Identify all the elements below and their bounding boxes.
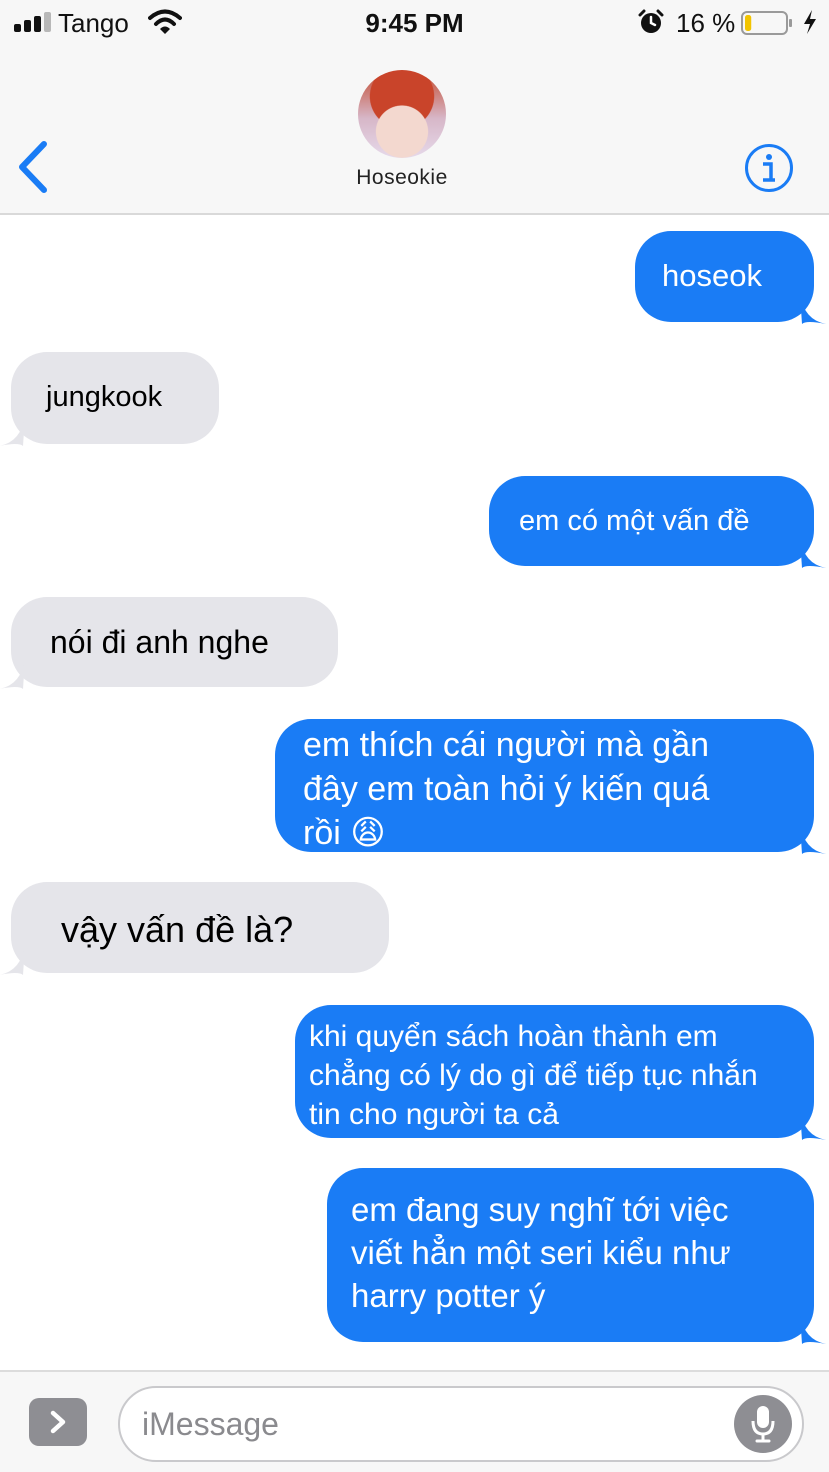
message-text: hoseok [662,258,762,293]
message-bubble-incoming[interactable]: vậy vấn đề là? [0,882,389,975]
message-text: jungkook [46,381,163,413]
message-text: em có một vấn đề [519,505,750,537]
dictation-button[interactable] [734,1395,792,1453]
message-input-placeholder: iMessage [142,1406,279,1442]
bubble-tail [800,1314,826,1344]
alarm-icon [638,9,664,33]
message-composer: iMessage [0,1370,829,1472]
message-bubble-outgoing[interactable]: em đang suy nghĩ tới việc viết hẳn một s… [327,1168,826,1344]
battery-percent: 16 % [676,8,736,38]
message-text: nói đi anh nghe [50,624,269,660]
message-bubble-incoming[interactable]: nói đi anh nghe [0,597,338,689]
bubble-tail [0,659,25,689]
battery-icon [741,11,792,35]
apps-button[interactable] [29,1398,87,1446]
info-button[interactable] [744,143,794,193]
bubble-tail [800,294,826,324]
message-bubble-outgoing[interactable]: em có một vấn đề [489,476,826,568]
message-bubble-incoming[interactable]: jungkook [0,352,219,446]
contact-name[interactable]: Hoseokie [0,166,804,190]
chevron-right-icon [50,1410,66,1434]
message-input[interactable]: iMessage [118,1386,804,1462]
message-text: em đang suy nghĩ tới việc viết hẳn một s… [351,1191,731,1314]
status-bar: Tango 9:45 PM 16 % [0,0,829,48]
bubble-tail [800,1110,826,1140]
microphone-icon [751,1406,775,1443]
message-text: khi quyển sách hoàn thành em chẳng có lý… [309,1020,758,1131]
message-bubble-outgoing[interactable]: em thích cái người mà gần đây em toàn hỏ… [275,719,826,854]
message-bubble-outgoing[interactable]: khi quyển sách hoàn thành em chẳng có lý… [295,1005,826,1140]
bubble-tail [0,945,25,975]
contact-avatar[interactable] [358,70,446,158]
message-bubble-outgoing[interactable]: hoseok [635,231,826,324]
bubble-tail [800,824,826,854]
bubble-tail [0,416,25,446]
charging-bolt-icon [804,10,816,34]
message-text: vậy vấn đề là? [61,909,294,950]
conversation-header: Tango 9:45 PM 16 % Hoseokie [0,0,829,215]
message-text: em thích cái người mà gần đây em toàn hỏ… [303,726,710,852]
bubble-tail [800,538,826,568]
